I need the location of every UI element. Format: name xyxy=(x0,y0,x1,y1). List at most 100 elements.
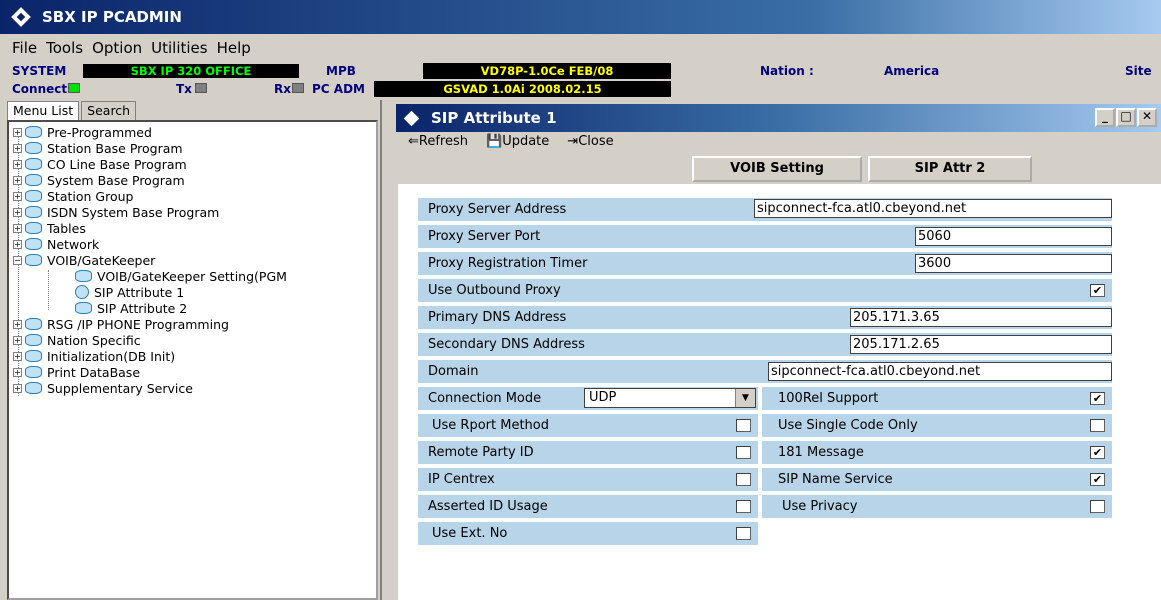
menu-help[interactable]: Help xyxy=(217,39,251,57)
sip-name-service-checkbox[interactable]: ✔ xyxy=(1090,473,1105,486)
expand-icon[interactable]: + xyxy=(13,207,22,217)
tree-item[interactable]: SIP Attribute 2 xyxy=(75,300,187,316)
folder-icon xyxy=(25,334,42,346)
tree-item-selected[interactable]: SIP Attribute 1 xyxy=(75,284,184,300)
expand-icon[interactable]: + xyxy=(13,143,22,153)
primary-dns-input[interactable]: 205.171.3.65 xyxy=(850,308,1112,327)
folder-icon xyxy=(25,318,42,330)
proxy-server-port-input[interactable]: 5060 xyxy=(915,227,1112,246)
voib-setting-button[interactable]: VOIB Setting xyxy=(692,156,862,182)
refresh-arrow-icon: ⇐ xyxy=(408,134,419,149)
expand-icon[interactable]: + xyxy=(13,223,22,233)
dialog-toolbar: ⇐Refresh 💾Update ⇥Close xyxy=(408,134,632,152)
tab-menu-list[interactable]: Menu List xyxy=(7,101,80,121)
row-100rel-support: 100Rel Support ✔ xyxy=(762,387,1112,410)
tree-item[interactable]: + RSG /IP PHONE Programming xyxy=(13,316,229,332)
menu-file[interactable]: File xyxy=(12,39,37,57)
tree-item[interactable]: + CO Line Base Program xyxy=(13,156,187,172)
tree-item[interactable]: + ISDN System Base Program xyxy=(13,204,219,220)
expand-icon[interactable]: + xyxy=(13,191,22,201)
tree-item[interactable]: − VOIB/GateKeeper xyxy=(13,252,155,268)
tree-item[interactable]: VOIB/GateKeeper Setting(PGM xyxy=(75,268,287,284)
pcadm-label: PC ADM xyxy=(312,82,365,96)
use-outbound-proxy-checkbox[interactable]: ✔ xyxy=(1090,284,1105,297)
menu-utilities[interactable]: Utilities xyxy=(151,39,207,57)
row-proxy-server-address: Proxy Server Address sipconnect-fca.atl0… xyxy=(418,198,1112,221)
sip-attr-2-button[interactable]: SIP Attr 2 xyxy=(868,156,1032,182)
system-label: SYSTEM xyxy=(12,64,67,78)
menu-tree: + Pre-Programmed + Station Base Program + C… xyxy=(7,120,378,600)
connection-mode-select[interactable]: UDP ▼ xyxy=(584,388,756,408)
tx-led xyxy=(195,83,207,93)
remote-party-id-checkbox[interactable] xyxy=(736,446,751,459)
row-proxy-server-port: Proxy Server Port 5060 xyxy=(418,225,1112,248)
expand-icon[interactable]: + xyxy=(13,175,22,185)
row-181-message: 181 Message ✔ xyxy=(762,441,1112,464)
tree-item[interactable]: + Station Group xyxy=(13,188,133,204)
dialog-icon xyxy=(403,110,420,126)
row-remote-party-id: Remote Party ID xyxy=(418,441,758,464)
expand-icon[interactable]: + xyxy=(13,239,22,249)
menubar: File Tools Option Utilities Help xyxy=(0,34,1161,61)
row-secondary-dns: Secondary DNS Address 205.171.2.65 xyxy=(418,333,1112,356)
maximize-button[interactable]: □ xyxy=(1116,108,1136,127)
folder-icon xyxy=(25,126,42,138)
use-ext-no-checkbox[interactable] xyxy=(736,527,751,540)
use-privacy-checkbox[interactable] xyxy=(1090,500,1105,513)
expand-icon[interactable]: + xyxy=(13,383,22,393)
app-title: SBX IP PCADMIN xyxy=(42,8,182,26)
expand-icon[interactable]: + xyxy=(13,159,22,169)
refresh-button[interactable]: ⇐Refresh xyxy=(408,134,468,152)
tree-item[interactable]: + Nation Specific xyxy=(13,332,141,348)
ip-centrex-checkbox[interactable] xyxy=(736,473,751,486)
row-proxy-registration-timer: Proxy Registration Timer 3600 xyxy=(418,252,1112,275)
tree-item[interactable]: + Network xyxy=(13,236,99,252)
system-value: SBX IP 320 OFFICE xyxy=(83,64,299,78)
tree-item[interactable]: + Tables xyxy=(13,220,86,236)
expand-icon[interactable]: + xyxy=(13,367,22,377)
use-rport-method-checkbox[interactable] xyxy=(736,419,751,432)
expand-icon[interactable]: + xyxy=(13,319,22,329)
menu-option[interactable]: Option xyxy=(92,39,142,57)
tree-item[interactable]: + Print DataBase xyxy=(13,364,140,380)
minimize-button[interactable]: _ xyxy=(1095,108,1115,127)
100rel-support-checkbox[interactable]: ✔ xyxy=(1090,392,1105,405)
tree-item[interactable]: + Initialization(DB Init) xyxy=(13,348,175,364)
asserted-id-usage-checkbox[interactable] xyxy=(736,500,751,513)
close-arrow-icon: ⇥ xyxy=(567,134,579,149)
tree-item[interactable]: + Supplementary Service xyxy=(13,380,193,396)
proxy-server-address-input[interactable]: sipconnect-fca.atl0.cbeyond.net xyxy=(754,199,1112,218)
close-window-button[interactable]: ✕ xyxy=(1137,108,1157,127)
close-button[interactable]: ⇥Close xyxy=(567,134,613,152)
pcadm-value: GSVAD 1.0Ai 2008.02.15 xyxy=(374,81,671,97)
site-label: Site xyxy=(1125,64,1152,78)
tree-item[interactable]: + Station Base Program xyxy=(13,140,183,156)
expand-icon[interactable]: + xyxy=(13,351,22,361)
chevron-down-icon[interactable]: ▼ xyxy=(735,389,755,407)
dialog-titlebar: SIP Attribute 1 _ □ ✕ xyxy=(396,104,1161,132)
tree-item[interactable]: + Pre-Programmed xyxy=(13,124,152,140)
row-asserted-id-usage: Asserted ID Usage xyxy=(418,495,758,518)
system-status-bar: SYSTEM SBX IP 320 OFFICE MPB VD78P-1.0Ce… xyxy=(0,61,1161,97)
folder-icon xyxy=(25,222,42,234)
folder-icon xyxy=(75,270,92,282)
update-button[interactable]: 💾Update xyxy=(486,134,549,152)
save-icon: 💾 xyxy=(486,134,503,149)
expand-icon[interactable]: + xyxy=(13,335,22,345)
row-domain: Domain sipconnect-fca.atl0.cbeyond.net xyxy=(418,360,1112,383)
folder-icon xyxy=(25,366,42,378)
domain-input[interactable]: sipconnect-fca.atl0.cbeyond.net xyxy=(768,362,1112,381)
row-use-outbound-proxy: Use Outbound Proxy ✔ xyxy=(418,279,1112,302)
collapse-icon[interactable]: − xyxy=(13,255,22,265)
proxy-registration-timer-input[interactable]: 3600 xyxy=(915,254,1112,273)
connect-led xyxy=(68,83,80,93)
use-single-code-only-checkbox[interactable] xyxy=(1090,419,1105,432)
folder-icon xyxy=(25,254,42,266)
folder-icon xyxy=(25,174,42,186)
tab-search[interactable]: Search xyxy=(81,101,137,121)
menu-tools[interactable]: Tools xyxy=(46,39,83,57)
secondary-dns-input[interactable]: 205.171.2.65 xyxy=(850,335,1112,354)
181-message-checkbox[interactable]: ✔ xyxy=(1090,446,1105,459)
expand-icon[interactable]: + xyxy=(13,127,22,137)
tree-item[interactable]: + System Base Program xyxy=(13,172,185,188)
